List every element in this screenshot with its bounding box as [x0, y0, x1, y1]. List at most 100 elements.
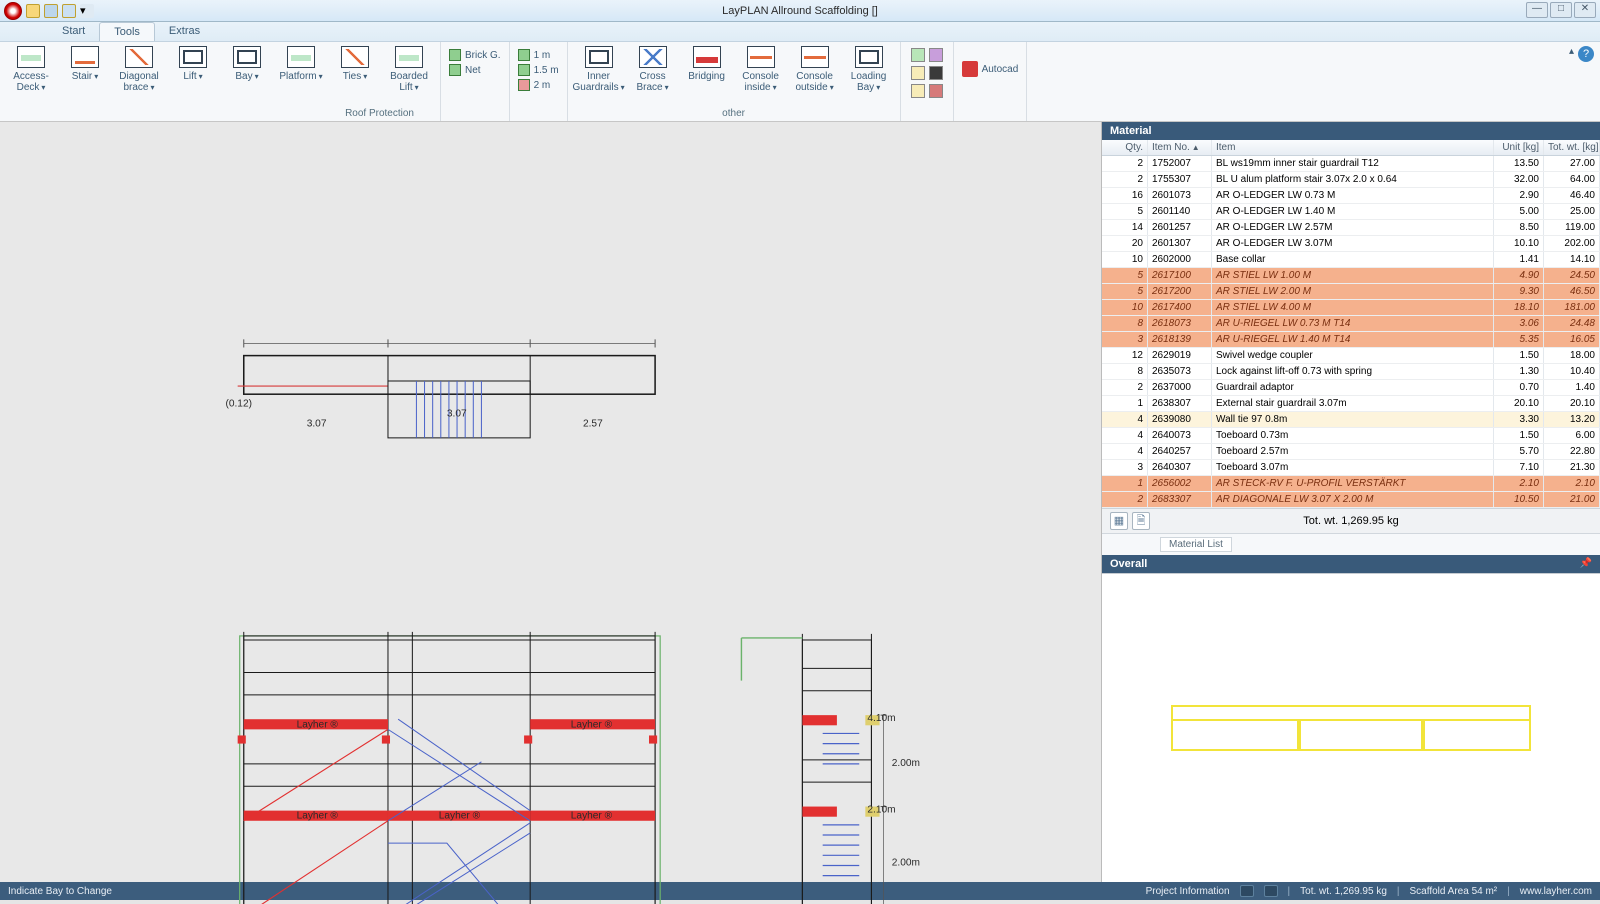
length-1-5m[interactable]: 1.5 m — [516, 63, 561, 77]
table-row[interactable]: 12638307External stair guardrail 3.07m20… — [1102, 396, 1600, 412]
scene-svg: (0.12) 3.07 3.07 2.57 — [0, 122, 1101, 904]
col-item[interactable]: Item — [1212, 140, 1494, 155]
length-1m[interactable]: 1 m — [516, 48, 561, 62]
ribbon-loading-bay[interactable]: LoadingBay — [844, 44, 894, 106]
svg-text:2.00m: 2.00m — [892, 758, 920, 769]
length-2m[interactable]: 2 m — [516, 78, 561, 92]
table-row[interactable]: 52617200AR STIEL LW 2.00 M9.3046.50 — [1102, 284, 1600, 300]
deck-icon — [287, 46, 315, 68]
table-row[interactable]: 22683307AR DIAGONALE LW 3.07 X 2.00 M10.… — [1102, 492, 1600, 508]
status-chip-icon[interactable] — [1240, 885, 1254, 897]
swatch-red[interactable] — [929, 84, 943, 98]
window-buttons: — □ ✕ — [1526, 2, 1596, 18]
close-button[interactable]: ✕ — [1574, 2, 1596, 18]
ribbon-lift[interactable]: Lift — [168, 44, 218, 106]
table-row[interactable]: 52617100AR STIEL LW 1.00 M4.9024.50 — [1102, 268, 1600, 284]
export-doc-icon[interactable]: 🗎 — [1132, 512, 1150, 530]
table-row[interactable]: 21752007BL ws19mm inner stair guardrail … — [1102, 156, 1600, 172]
col-qty[interactable]: Qty. — [1102, 140, 1148, 155]
ribbon-diagonal-brace[interactable]: Diagonalbrace — [114, 44, 164, 106]
table-row[interactable]: 42639080Wall tie 97 0.8m3.3013.20 — [1102, 412, 1600, 428]
table-row[interactable]: 21755307BL U alum platform stair 3.07x 2… — [1102, 172, 1600, 188]
ribbon-platform[interactable]: Platform — [276, 44, 326, 106]
swatch-yellow[interactable] — [911, 66, 925, 80]
table-row[interactable]: 32618139AR U-RIEGEL LW 1.40 M T145.3516.… — [1102, 332, 1600, 348]
swatch-black[interactable] — [929, 66, 943, 80]
maximize-button[interactable]: □ — [1550, 2, 1572, 18]
qat-dropdown-icon[interactable]: ▾ — [80, 4, 94, 18]
ribbon-group-label-other: other — [574, 106, 894, 121]
ribbon-console-outside[interactable]: Consoleoutside — [790, 44, 840, 106]
col-tot[interactable]: Tot. wt. [kg] — [1544, 140, 1600, 155]
col-unit[interactable]: Unit [kg] — [1494, 140, 1544, 155]
table-row[interactable]: 142601257AR O-LEDGER LW 2.57M8.50119.00 — [1102, 220, 1600, 236]
ribbon-collapse-icon[interactable]: ▴ — [1569, 46, 1574, 57]
svg-text:Layher ®: Layher ® — [439, 811, 481, 822]
table-row[interactable]: 22637000Guardrail adaptor0.701.40 — [1102, 380, 1600, 396]
swatch-green[interactable] — [911, 48, 925, 62]
table-row[interactable]: 12656002AR STECK-RV F. U-PROFIL VERSTÄRK… — [1102, 476, 1600, 492]
minus-icon — [518, 79, 530, 91]
ribbon-stair[interactable]: Stair — [60, 44, 110, 106]
table-row[interactable]: 122629019Swivel wedge coupler1.5018.00 — [1102, 348, 1600, 364]
svg-text:3.07: 3.07 — [307, 419, 327, 430]
table-row[interactable]: 52601140AR O-LEDGER LW 1.40 M5.0025.00 — [1102, 204, 1600, 220]
svg-text:Layher ®: Layher ® — [571, 719, 613, 730]
minimize-button[interactable]: — — [1526, 2, 1548, 18]
material-list-tab: Material List — [1102, 533, 1600, 555]
ribbon-cross-brace[interactable]: CrossBrace — [628, 44, 678, 106]
ribbon-group-label: Roof Protection — [345, 106, 414, 121]
tab-start[interactable]: Start — [48, 22, 99, 41]
ribbon: ▴ ? Access-DeckStairDiagonalbraceLiftBay… — [0, 42, 1600, 122]
material-table[interactable]: Qty. Item No.▲ Item Unit [kg] Tot. wt. [… — [1102, 140, 1600, 508]
brick-g-button[interactable]: Brick G. — [447, 48, 503, 62]
table-row[interactable]: 82635073Lock against lift-off 0.73 with … — [1102, 364, 1600, 380]
autocad-button[interactable]: Autocad — [960, 60, 1021, 78]
side-panels: Material Qty. Item No.▲ Item Unit [kg] T… — [1102, 122, 1600, 882]
material-total: Tot. wt. 1,269.95 kg — [1303, 515, 1398, 527]
bridge-icon — [801, 46, 829, 68]
qat-save-icon[interactable] — [44, 4, 58, 18]
svg-text:Layher ®: Layher ® — [571, 811, 613, 822]
window-title: LayPLAN Allround Scaffolding [] — [722, 5, 878, 17]
ribbon-boarded-lift[interactable]: BoardedLift — [384, 44, 434, 106]
ribbon-ties[interactable]: Ties — [330, 44, 380, 106]
help-icon[interactable]: ? — [1578, 46, 1594, 62]
ribbon-access-deck[interactable]: Access-Deck — [6, 44, 56, 106]
table-row[interactable]: 162601073AR O-LEDGER LW 0.73 M2.9046.40 — [1102, 188, 1600, 204]
overall-body[interactable] — [1102, 573, 1600, 882]
tab-tools[interactable]: Tools — [99, 22, 155, 41]
table-row[interactable]: 202601307AR O-LEDGER LW 3.07M10.10202.00 — [1102, 236, 1600, 252]
ribbon-bridging[interactable]: Bridging — [682, 44, 732, 106]
project-info-button[interactable]: Project Information — [1146, 886, 1230, 897]
pin-icon[interactable]: 📌 — [1580, 558, 1592, 570]
net-button[interactable]: Net — [447, 63, 503, 77]
app-icon[interactable] — [4, 2, 22, 20]
swatch-yellow2[interactable] — [911, 84, 925, 98]
status-url[interactable]: www.layher.com — [1520, 886, 1592, 897]
qat-open-icon[interactable] — [26, 4, 40, 18]
ribbon-group-swatches — [901, 42, 954, 121]
table-row[interactable]: 102617400AR STIEL LW 4.00 M18.10181.00 — [1102, 300, 1600, 316]
tab-extras[interactable]: Extras — [155, 22, 214, 41]
ribbon-bay[interactable]: Bay — [222, 44, 272, 106]
frame-icon — [233, 46, 261, 68]
autocad-icon — [962, 61, 978, 77]
col-itemno[interactable]: Item No.▲ — [1148, 140, 1212, 155]
status-chip-icon[interactable] — [1264, 885, 1278, 897]
ribbon-inner-guardrails[interactable]: InnerGuardrails — [574, 44, 624, 106]
drawing-canvas[interactable]: (0.12) 3.07 3.07 2.57 — [0, 122, 1102, 882]
export-table-icon[interactable]: ▦ — [1110, 512, 1128, 530]
svg-text:(0.12): (0.12) — [225, 398, 252, 409]
swatch-purple[interactable] — [929, 48, 943, 62]
table-row[interactable]: 32640307Toeboard 3.07m7.1021.30 — [1102, 460, 1600, 476]
table-row[interactable]: 42640073Toeboard 0.73m1.506.00 — [1102, 428, 1600, 444]
material-header[interactable]: Qty. Item No.▲ Item Unit [kg] Tot. wt. [… — [1102, 140, 1600, 156]
qat-undo-icon[interactable] — [62, 4, 76, 18]
table-row[interactable]: 42640257Toeboard 2.57m5.7022.80 — [1102, 444, 1600, 460]
table-row[interactable]: 82618073AR U-RIEGEL LW 0.73 M T143.0624.… — [1102, 316, 1600, 332]
table-row[interactable]: 102602000Base collar1.4114.10 — [1102, 252, 1600, 268]
deck-icon — [17, 46, 45, 68]
material-list-chip[interactable]: Material List — [1160, 537, 1232, 552]
ribbon-console-inside[interactable]: Consoleinside — [736, 44, 786, 106]
